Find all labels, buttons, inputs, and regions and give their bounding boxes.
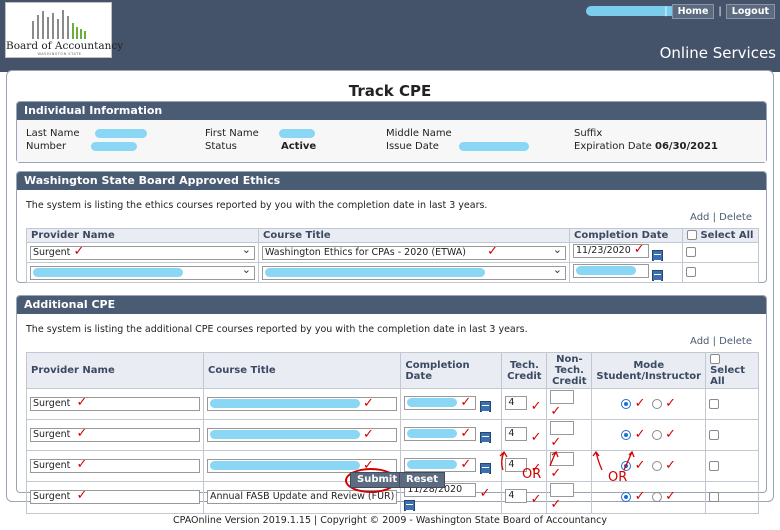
annotation-or-1: OR (522, 467, 542, 482)
reset-button[interactable]: Reset (399, 472, 445, 488)
arrow-nontech (549, 450, 559, 467)
arrow-instructor (623, 450, 635, 471)
annotation-or-2: OR (608, 470, 628, 485)
footer-copyright: CPAOnline Version 2019.1.15 | Copyright … (172, 515, 608, 526)
submit-button[interactable]: Submit (350, 472, 405, 488)
arrow-tech (499, 450, 508, 471)
annotation-arrows (499, 450, 635, 471)
arrow-student (592, 450, 603, 471)
